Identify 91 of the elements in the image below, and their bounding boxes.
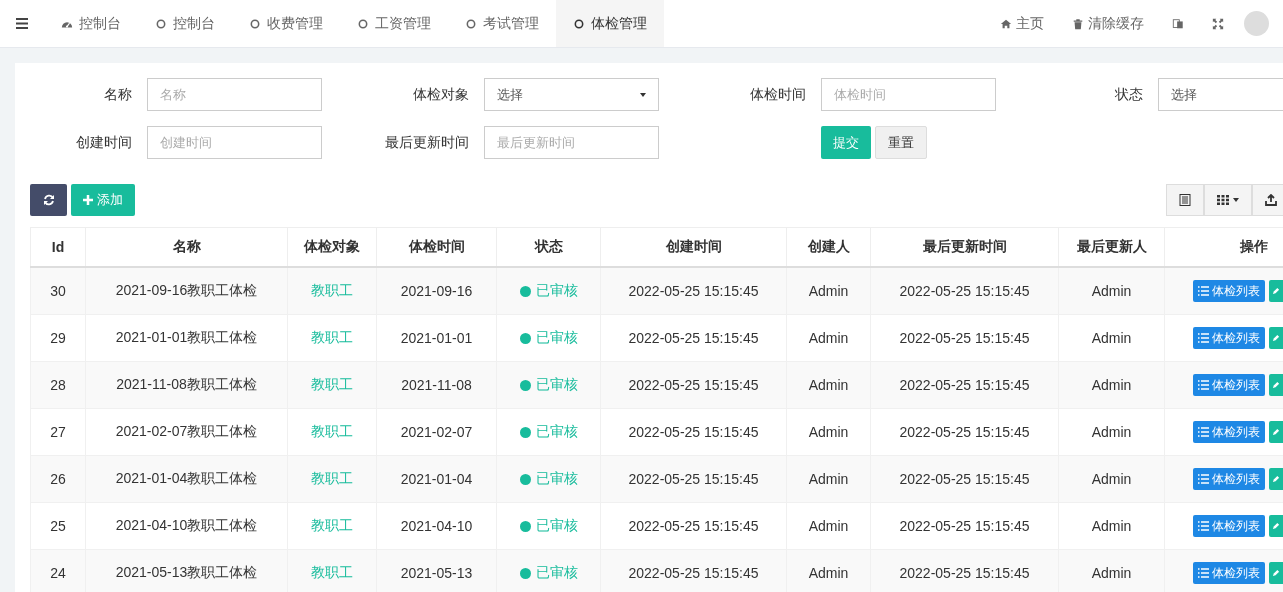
input-field[interactable]: 最后更新时间 [484, 126, 659, 159]
exam-list-button[interactable]: 体检列表 [1193, 280, 1265, 302]
table-cell: 2022-05-25 15:15:45 [899, 424, 1030, 440]
nav-link[interactable]: 清除缓存 [1058, 14, 1158, 33]
select-field[interactable]: 选择 [484, 78, 659, 111]
table-cell: Admin [1091, 377, 1132, 393]
table-cell: Admin [808, 565, 849, 581]
table-cell: Admin [808, 471, 849, 487]
reset-button[interactable]: 重置 [875, 126, 927, 159]
status-text: 已审核 [535, 564, 578, 582]
table-cell: 25 [50, 518, 66, 534]
nav-tab[interactable]: 体检管理 [556, 0, 664, 47]
table-cell: 2021-02-07 [400, 424, 473, 440]
status-text: 已审核 [535, 470, 578, 488]
nav-tab[interactable]: 控制台 [44, 0, 138, 47]
table-cell: 2022-05-25 15:15:45 [628, 471, 759, 487]
table-cell: 24 [50, 565, 66, 581]
field-label: 体检对象 [412, 85, 470, 104]
nav-tab[interactable]: 考试管理 [448, 0, 556, 47]
column-header[interactable]: 创建时间 [665, 238, 722, 254]
nav-link[interactable]: 主页 [986, 14, 1058, 33]
table-cell: Admin [1091, 283, 1132, 299]
table-cell: Admin [808, 330, 849, 346]
field-label: 体检时间 [749, 85, 807, 104]
table-cell: 2021-09-16 [400, 283, 473, 299]
column-header[interactable]: 名称 [172, 238, 201, 254]
table-cell: 2022-05-25 15:15:45 [628, 518, 759, 534]
table-cell: 2022-05-25 15:15:45 [899, 471, 1030, 487]
exam-list-button[interactable]: 体检列表 [1193, 562, 1265, 584]
input-field[interactable]: 创建时间 [147, 126, 322, 159]
field-label: 状态 [1114, 85, 1144, 104]
input-field[interactable]: 名称 [147, 78, 322, 111]
status-text: 已审核 [535, 517, 578, 535]
table-cell: 2022-05-25 15:15:45 [628, 565, 759, 581]
table-cell: 29 [50, 330, 66, 346]
table-cell: 2021-11-08教职工体检 [116, 376, 257, 392]
table-cell: 2021-11-08 [401, 377, 472, 393]
field-label: 最后更新时间 [384, 133, 470, 152]
table-cell: Admin [808, 283, 849, 299]
table-cell: 2021-01-01 [400, 330, 473, 346]
select-field[interactable]: 选择 [1158, 78, 1283, 111]
exam-list-button[interactable]: 体检列表 [1193, 327, 1265, 349]
table-cell: 2021-05-13教职工体检 [115, 564, 258, 580]
table-cell: Admin [1091, 471, 1132, 487]
table-cell: 2022-05-25 15:15:45 [899, 330, 1030, 346]
column-header[interactable]: 状态 [534, 238, 563, 254]
table-cell: 26 [50, 471, 66, 487]
input-field[interactable]: 体检时间 [821, 78, 996, 111]
table-cell: 2021-05-13 [400, 565, 473, 581]
table-cell: 2021-01-01教职工体检 [115, 329, 258, 345]
status-text: 已审核 [535, 329, 578, 347]
column-header[interactable]: Id [51, 239, 65, 255]
table-cell: 2022-05-25 15:15:45 [628, 330, 759, 346]
table-cell: 2021-01-04教职工体检 [115, 470, 258, 486]
table-cell: Admin [1091, 330, 1132, 346]
status-text: 已审核 [535, 376, 578, 394]
field-label: 创建时间 [75, 133, 133, 152]
field-label: 名称 [103, 85, 133, 104]
table-cell: 2022-05-25 15:15:45 [628, 283, 759, 299]
table-cell: 2021-02-07教职工体检 [115, 423, 258, 439]
table-cell: Admin [808, 377, 849, 393]
table-cell: Admin [1091, 565, 1132, 581]
column-header[interactable]: 体检时间 [408, 238, 465, 254]
table-cell: 2021-04-10 [400, 518, 473, 534]
table-cell: 30 [50, 283, 66, 299]
table-cell: Admin [808, 424, 849, 440]
nav-tab[interactable]: 控制台 [138, 0, 232, 47]
nav-tab[interactable]: 收费管理 [232, 0, 340, 47]
table-cell: 2022-05-25 15:15:45 [628, 377, 759, 393]
table-cell: 27 [50, 424, 66, 440]
table-cell: 2022-05-25 15:15:45 [899, 565, 1030, 581]
table-cell: 2021-09-16教职工体检 [115, 282, 258, 298]
exam-list-button[interactable]: 体检列表 [1193, 421, 1265, 443]
table-cell: 2021-01-04 [400, 471, 473, 487]
table-cell: 2022-05-25 15:15:45 [899, 377, 1030, 393]
exam-list-button[interactable]: 体检列表 [1193, 515, 1265, 537]
table-cell: Admin [1091, 518, 1132, 534]
exam-list-button[interactable]: 体检列表 [1193, 468, 1265, 490]
table-cell: 2022-05-25 15:15:45 [899, 283, 1030, 299]
column-header[interactable]: 操作 [1240, 238, 1268, 254]
table-cell: 28 [50, 377, 66, 393]
status-text: 已审核 [535, 423, 578, 441]
table-cell: 2022-05-25 15:15:45 [899, 518, 1030, 534]
exam-list-button[interactable]: 体检列表 [1193, 374, 1265, 396]
column-header[interactable]: 最后更新时间 [922, 238, 1007, 254]
table-cell: 2022-05-25 15:15:45 [628, 424, 759, 440]
table-cell: Admin [1091, 424, 1132, 440]
table-cell: 2021-04-10教职工体检 [115, 517, 258, 533]
nav-tab[interactable]: 工资管理 [340, 0, 448, 47]
status-text: 已审核 [535, 282, 578, 300]
table-cell: Admin [808, 518, 849, 534]
